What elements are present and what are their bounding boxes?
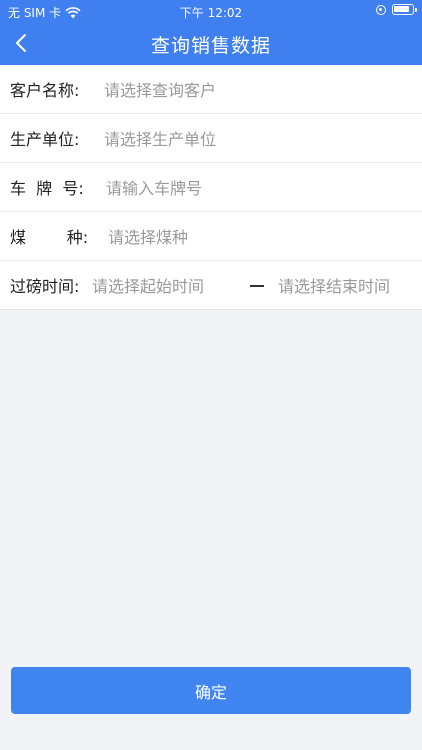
page-title: 查询销售数据 [150,35,271,57]
confirm-button[interactable]: 确定 [11,667,411,714]
plate-input[interactable]: 请输入车牌号 [106,175,202,199]
plate-row[interactable]: 车 牌 号: 请输入车牌号 [0,163,422,212]
status-bar: 无 SIM 卡 下午 12:02 [0,0,422,22]
customer-select[interactable]: 请选择查询客户 [104,77,216,101]
coal-row[interactable]: 煤 种: 请选择煤种 [0,212,422,261]
status-right [376,4,417,15]
customer-label: 客户名称: [10,81,80,100]
battery-icon [392,4,417,15]
unit-row[interactable]: 生产单位: 请选择生产单位 [0,114,422,163]
navigation-bar: 查询销售数据 [0,22,422,65]
coal-select[interactable]: 请选择煤种 [108,224,188,248]
coal-label: 煤 种: [10,228,89,247]
customer-row[interactable]: 客户名称: 请选择查询客户 [0,65,422,114]
orientation-lock-icon [376,4,386,15]
unit-label: 生产单位: [10,130,80,149]
query-form: 客户名称: 请选择查询客户 生产单位: 请选择生产单位 车 牌 号: 请输入车牌… [0,65,422,310]
range-separator [250,285,264,287]
end-time-select[interactable]: 请选择结束时间 [278,273,390,297]
unit-select[interactable]: 请选择生产单位 [104,126,216,150]
clock: 下午 12:02 [179,6,243,20]
plate-label: 车 牌 号: [10,179,84,198]
time-row: 过磅时间: 请选择起始时间 请选择结束时间 [0,261,422,310]
time-label: 过磅时间: [10,277,80,296]
start-time-select[interactable]: 请选择起始时间 [92,273,204,297]
header: 无 SIM 卡 下午 12:02 查询销售数据 [0,0,422,65]
